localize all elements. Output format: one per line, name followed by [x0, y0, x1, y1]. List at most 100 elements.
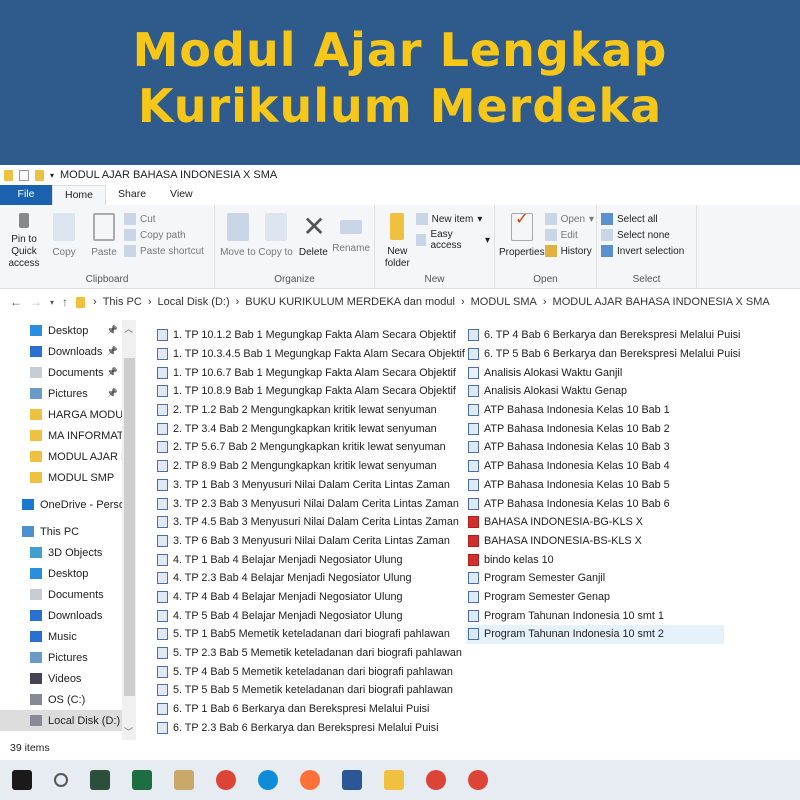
- file-item[interactable]: 3. TP 6 Bab 3 Menyusuri Nilai Dalam Ceri…: [155, 532, 465, 551]
- file-item[interactable]: 2. TP 8.9 Bab 2 Mengungkapkan kritik lew…: [155, 457, 465, 476]
- tab-home[interactable]: Home: [52, 185, 107, 205]
- delete-button[interactable]: ✕ Delete: [294, 209, 332, 270]
- quick-access-dropdown-icon[interactable]: ▾: [50, 171, 54, 180]
- file-item[interactable]: 3. TP 1 Bab 3 Menyusuri Nilai Dalam Ceri…: [155, 476, 465, 495]
- file-item[interactable]: Program Tahunan Indonesia 10 smt 2: [466, 625, 724, 644]
- file-item[interactable]: Analisis Alokasi Waktu Genap: [466, 382, 740, 401]
- nav-item[interactable]: Music: [0, 626, 122, 647]
- file-item[interactable]: 1. TP 10.8.9 Bab 1 Megungkap Fakta Alam …: [155, 382, 465, 401]
- open-button[interactable]: Open ▾: [544, 213, 594, 225]
- tab-view[interactable]: View: [158, 185, 205, 205]
- paste-button[interactable]: Paste: [84, 209, 124, 270]
- file-item[interactable]: 2. TP 1.2 Bab 2 Mengungkapkan kritik lew…: [155, 401, 465, 420]
- file-item[interactable]: 4. TP 2.3 Bab 4 Belajar Menjadi Negosiat…: [155, 569, 465, 588]
- nav-item[interactable]: Pictures: [0, 647, 122, 668]
- file-item[interactable]: ATP Bahasa Indonesia Kelas 10 Bab 4: [466, 457, 740, 476]
- select-none-button[interactable]: Select none: [601, 229, 684, 241]
- search-icon[interactable]: [54, 773, 68, 787]
- file-item[interactable]: 5. TP 5 Bab 5 Memetik keteladanan dari b…: [155, 681, 465, 700]
- nav-item[interactable]: Desktop: [0, 563, 122, 584]
- nav-item[interactable]: Pictures 📌: [0, 383, 122, 404]
- file-item[interactable]: 3. TP 4.5 Bab 3 Menyusuri Nilai Dalam Ce…: [155, 513, 465, 532]
- file-item[interactable]: 5. TP 2.3 Bab 5 Memetik keteladanan dari…: [155, 644, 465, 663]
- scroll-down-icon[interactable]: ﹀: [124, 725, 133, 738]
- file-item[interactable]: Program Semester Genap: [466, 588, 740, 607]
- file-item[interactable]: 2. TP 3.4 Bab 2 Mengungkapkan kritik lew…: [155, 419, 465, 438]
- nav-item[interactable]: OS (C:): [0, 689, 122, 710]
- file-item[interactable]: Program Semester Ganjil: [466, 569, 740, 588]
- breadcrumb-item[interactable]: MODUL SMA: [471, 296, 537, 308]
- app-icon[interactable]: [90, 770, 110, 790]
- pin-to-quick-access-button[interactable]: Pin to Quick access: [4, 209, 44, 270]
- forward-arrow-icon[interactable]: →: [30, 295, 42, 309]
- tab-share[interactable]: Share: [106, 185, 158, 205]
- nav-item[interactable]: MODUL AJAR B.: [0, 446, 122, 467]
- scrollbar-thumb[interactable]: [124, 358, 135, 696]
- nav-item[interactable]: 3D Objects: [0, 542, 122, 563]
- file-item[interactable]: bindo kelas 10: [466, 550, 740, 569]
- new-folder-button[interactable]: New folder: [379, 209, 416, 270]
- move-to-button[interactable]: Move to: [219, 209, 257, 270]
- file-item[interactable]: 6. TP 2.3 Bab 6 Berkarya dan Berekspresi…: [155, 718, 465, 737]
- properties-button[interactable]: ✓ Properties: [499, 209, 545, 270]
- edge-icon[interactable]: [258, 770, 278, 790]
- tab-file[interactable]: File: [0, 185, 52, 205]
- edit-button[interactable]: Edit: [544, 229, 595, 241]
- nav-item[interactable]: MODUL SMP: [0, 467, 122, 488]
- paste-shortcut-button[interactable]: Paste shortcut: [124, 245, 204, 257]
- scroll-up-icon[interactable]: ︿: [124, 322, 133, 335]
- file-item[interactable]: ATP Bahasa Indonesia Kelas 10 Bab 6: [466, 494, 740, 513]
- breadcrumb-item[interactable]: Local Disk (D:): [157, 296, 229, 308]
- file-item[interactable]: 6. TP 1 Bab 6 Berkarya dan Berekspresi M…: [155, 700, 465, 719]
- file-item[interactable]: 6. TP 4 Bab 6 Berkarya dan Berekspresi M…: [466, 326, 740, 345]
- chrome-icon[interactable]: [216, 770, 236, 790]
- chrome-icon[interactable]: [468, 770, 488, 790]
- file-item[interactable]: 6. TP 5 Bab 6 Berkarya dan Berekspresi M…: [466, 345, 740, 364]
- nav-item[interactable]: Desktop 📌: [0, 320, 122, 341]
- new-item-button[interactable]: New item ▾: [415, 213, 490, 225]
- file-item[interactable]: BAHASA INDONESIA-BS-KLS X: [466, 532, 740, 551]
- file-item[interactable]: 1. TP 10.1.2 Bab 1 Megungkap Fakta Alam …: [155, 326, 465, 345]
- copy-button[interactable]: Copy: [44, 209, 84, 270]
- breadcrumb-item[interactable]: MODUL AJAR BAHASA INDONESIA X SMA: [553, 296, 770, 308]
- select-all-button[interactable]: Select all: [601, 213, 684, 225]
- up-arrow-icon[interactable]: ↑: [62, 295, 68, 309]
- file-item[interactable]: ATP Bahasa Indonesia Kelas 10 Bab 3: [466, 438, 740, 457]
- breadcrumb-item[interactable]: BUKU KURIKULUM MERDEKA dan modul: [245, 296, 455, 308]
- nav-item[interactable]: This PC: [0, 521, 122, 542]
- properties-quick-icon[interactable]: [19, 169, 29, 181]
- file-item[interactable]: 2. TP 5.6.7 Bab 2 Mengungkapkan kritik l…: [155, 438, 465, 457]
- rename-button[interactable]: Rename: [332, 209, 370, 270]
- new-folder-quick-icon[interactable]: [35, 169, 44, 181]
- chrome-icon[interactable]: [426, 770, 446, 790]
- back-arrow-icon[interactable]: ←: [10, 295, 22, 309]
- file-item[interactable]: 1. TP 10.3.4.5 Bab 1 Megungkap Fakta Ala…: [155, 345, 465, 364]
- history-button[interactable]: History: [544, 245, 595, 257]
- nav-item[interactable]: Downloads: [0, 605, 122, 626]
- nav-item[interactable]: HARGA MODUL: [0, 404, 122, 425]
- file-item[interactable]: Analisis Alokasi Waktu Ganjil: [466, 363, 740, 382]
- windows-start-icon[interactable]: [12, 770, 32, 790]
- file-item[interactable]: 4. TP 5 Bab 4 Belajar Menjadi Negosiator…: [155, 606, 465, 625]
- file-item[interactable]: ATP Bahasa Indonesia Kelas 10 Bab 2: [466, 419, 740, 438]
- firefox-icon[interactable]: [300, 770, 320, 790]
- nav-item[interactable]: OneDrive - Personal: [0, 494, 122, 515]
- file-item[interactable]: 5. TP 1 Bab5 Memetik keteladanan dari bi…: [155, 625, 465, 644]
- file-explorer-icon[interactable]: [384, 770, 404, 790]
- easy-access-button[interactable]: Easy access ▾: [415, 229, 490, 251]
- file-item[interactable]: 4. TP 1 Bab 4 Belajar Menjadi Negosiator…: [155, 550, 465, 569]
- paint-icon[interactable]: [174, 770, 194, 790]
- file-item[interactable]: ATP Bahasa Indonesia Kelas 10 Bab 1: [466, 401, 740, 420]
- nav-item[interactable]: MA INFORMATIKA: [0, 425, 122, 446]
- invert-selection-button[interactable]: Invert selection: [601, 245, 684, 257]
- file-item[interactable]: Program Tahunan Indonesia 10 smt 1: [466, 606, 740, 625]
- navigation-scrollbar[interactable]: ︿ ﹀: [122, 320, 136, 740]
- nav-item[interactable]: Videos: [0, 668, 122, 689]
- file-item[interactable]: 4. TP 4 Bab 4 Belajar Menjadi Negosiator…: [155, 588, 465, 607]
- file-item[interactable]: 3. TP 2.3 Bab 3 Menyusuri Nilai Dalam Ce…: [155, 494, 465, 513]
- file-item[interactable]: 5. TP 4 Bab 5 Memetik keteladanan dari b…: [155, 662, 465, 681]
- file-item[interactable]: 1. TP 10.6.7 Bab 1 Megungkap Fakta Alam …: [155, 363, 465, 382]
- breadcrumb-item[interactable]: This PC: [103, 296, 142, 308]
- recent-locations-chevron-icon[interactable]: ▾: [50, 298, 54, 307]
- nav-item[interactable]: Documents: [0, 584, 122, 605]
